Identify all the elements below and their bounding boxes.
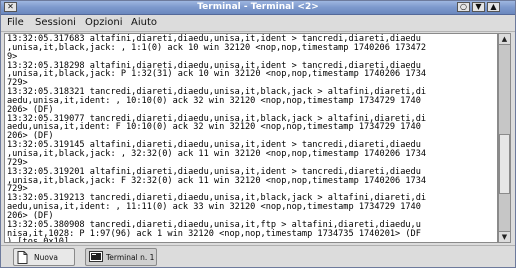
terminal-icon [89, 251, 103, 262]
terminal-text: 13:32:05.317683 altafini,diareti,diaedu,… [7, 34, 427, 243]
scroll-down-button[interactable]: ▼ [499, 231, 510, 242]
menu-opzioni[interactable]: Opzioni [85, 17, 122, 29]
tab-terminal-1[interactable]: Terminal n. 1 [85, 248, 157, 266]
menu-file[interactable]: File [7, 17, 24, 29]
document-icon [17, 251, 28, 264]
menu-sessioni[interactable]: Sessioni [35, 17, 76, 29]
maximize-button[interactable]: ▲ [487, 2, 500, 12]
triangle-down-icon: ▼ [475, 2, 482, 11]
circle-icon: ○ [460, 2, 467, 11]
scroll-up-button[interactable]: ▲ [499, 34, 510, 45]
scroll-thumb[interactable] [499, 134, 510, 194]
menu-bar: File Sessioni Opzioni Aiuto [1, 15, 515, 32]
scrollbar[interactable]: ▲ ▼ [498, 33, 511, 243]
arrow-down-icon: ▼ [501, 233, 508, 241]
tab-bar: Nuova Terminal n. 1 [1, 245, 515, 267]
arrow-up-icon: ▲ [501, 35, 508, 43]
triangle-up-icon: ▲ [490, 2, 497, 11]
minimize-button[interactable]: ○ [457, 2, 470, 12]
new-tab-button[interactable]: Nuova [13, 248, 75, 266]
menu-aiuto[interactable]: Aiuto [131, 17, 157, 29]
title-bar[interactable]: ✕ Terminal - Terminal <2> ○ ▼ ▲ [1, 1, 515, 15]
window-title: Terminal - Terminal <2> [197, 2, 319, 12]
window-menu-button[interactable]: ▼ [472, 2, 485, 12]
new-tab-label: Nuova [34, 253, 58, 262]
terminal-output[interactable]: 13:32:05.317683 altafini,diareti,diaedu,… [4, 33, 498, 243]
terminal-window: ✕ Terminal - Terminal <2> ○ ▼ ▲ File Ses… [0, 0, 516, 268]
terminal-tab-label: Terminal n. 1 [106, 253, 155, 262]
